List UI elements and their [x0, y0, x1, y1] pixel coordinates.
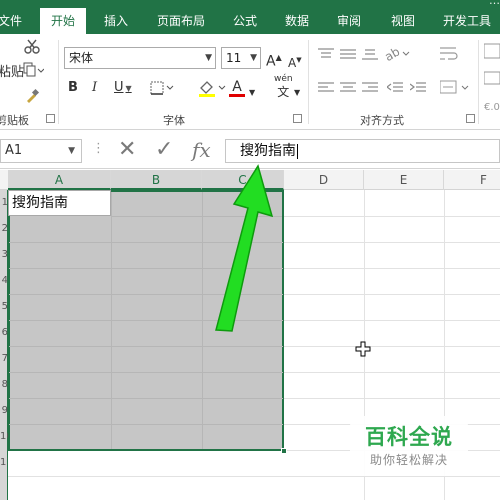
formula-content: 搜狗指南 — [240, 143, 296, 159]
italic-button[interactable]: I — [92, 79, 97, 97]
format-painter-icon[interactable] — [24, 88, 40, 110]
tab-home[interactable]: 开始 — [40, 8, 86, 34]
ribbon-tab-bar: 文件 开始 插入 页面布局 公式 数据 审阅 视图 开发工具 … — [0, 0, 500, 34]
phonetic-bottom-label: 文 — [277, 85, 290, 99]
watermark-subtitle: 助你轻松解决 — [369, 453, 448, 467]
column-header-c[interactable]: C — [202, 170, 284, 190]
font-size-combo[interactable]: 11 ▼ — [221, 47, 261, 69]
row-header[interactable]: 8 — [0, 379, 8, 390]
align-middle-icon[interactable] — [340, 48, 356, 63]
tab-formulas[interactable]: 公式 — [224, 10, 266, 34]
font-group-label: 字体 — [163, 114, 185, 127]
shrink-font-button[interactable]: A▼ — [288, 51, 302, 72]
alignment-dialog-launcher[interactable] — [466, 114, 475, 123]
tab-file[interactable]: 文件 — [0, 10, 32, 34]
underline-label: U — [114, 80, 124, 95]
font-size-value: 11 — [226, 51, 242, 65]
borders-icon[interactable] — [150, 81, 174, 101]
grow-font-label: A — [266, 53, 276, 70]
column-header-e[interactable]: E — [364, 170, 444, 190]
row-header[interactable]: 1 — [0, 197, 8, 208]
column-header-f[interactable]: F — [444, 170, 500, 190]
increase-indent-icon[interactable] — [409, 82, 426, 97]
tab-data[interactable]: 数据 — [276, 10, 318, 34]
formula-input[interactable]: 搜狗指南 — [225, 139, 500, 163]
ribbon-home: 粘贴 剪贴板 宋体 ▼ 11 ▼ A▲ A▼ B I U ▼ A ▼ wén 文 … — [0, 34, 500, 130]
row-header[interactable]: 2 — [0, 223, 8, 234]
align-center-icon[interactable] — [340, 82, 356, 97]
phonetic-guide-button[interactable]: wén 文 — [274, 74, 293, 99]
alignment-group-label: 对齐方式 — [360, 114, 404, 127]
group-separator — [308, 40, 309, 124]
tab-view[interactable]: 视图 — [382, 10, 424, 34]
number-format-icon[interactable]: €.0 — [483, 42, 500, 125]
watermark-title: 百科全说 — [365, 425, 453, 449]
fill-color-icon[interactable] — [197, 78, 227, 104]
row-header[interactable]: 7 — [0, 353, 8, 364]
font-dialog-launcher[interactable] — [293, 114, 302, 123]
paste-button[interactable]: 粘贴 — [0, 64, 24, 82]
column-header-a[interactable]: A — [8, 170, 111, 190]
clipboard-dialog-launcher[interactable] — [46, 114, 55, 123]
align-top-icon[interactable] — [318, 48, 334, 63]
row-header[interactable]: 9 — [0, 405, 8, 416]
align-bottom-icon[interactable] — [362, 48, 378, 63]
function-icon[interactable]: fx — [192, 139, 211, 161]
text-caret — [297, 143, 298, 159]
more-options-icon[interactable]: ⋮ — [92, 141, 105, 156]
chevron-down-icon[interactable]: ▼ — [249, 84, 255, 102]
align-left-icon[interactable] — [318, 82, 334, 97]
group-separator — [58, 40, 59, 124]
phonetic-top-label: wén — [274, 74, 293, 84]
svg-text:€.0: €.0 — [484, 102, 500, 113]
chevron-down-icon[interactable]: ▼ — [294, 84, 300, 102]
tab-insert[interactable]: 插入 — [94, 10, 138, 34]
copy-icon[interactable] — [22, 62, 45, 84]
font-name-value: 宋体 — [69, 51, 94, 65]
watermark-logo: 百科全说 助你轻松解决 — [350, 416, 468, 476]
row-header[interactable]: 4 — [0, 275, 8, 286]
row-header-column: 1 2 3 4 5 6 7 8 9 10 11 — [0, 190, 8, 500]
cancel-icon[interactable]: ✕ — [118, 139, 136, 161]
tab-page-layout[interactable]: 页面布局 — [148, 10, 214, 34]
chevron-down-icon: ▼ — [250, 53, 257, 63]
enter-icon[interactable]: ✓ — [155, 139, 173, 161]
tab-review[interactable]: 审阅 — [328, 10, 370, 34]
column-header-row: A B C D E F — [0, 170, 500, 190]
row-header[interactable]: 3 — [0, 249, 8, 260]
tab-developer[interactable]: 开发工具 — [434, 10, 500, 34]
name-box-value: A1 — [5, 143, 23, 158]
merge-center-icon[interactable] — [439, 80, 470, 99]
row-header[interactable]: 5 — [0, 301, 8, 312]
chevron-down-icon: ▼ — [68, 146, 75, 156]
underline-button[interactable]: U ▼ — [114, 79, 132, 98]
group-separator — [478, 40, 479, 124]
orientation-icon[interactable]: ab — [382, 44, 411, 65]
name-box[interactable]: A1 ▼ — [0, 139, 82, 163]
font-color-icon[interactable]: A — [229, 78, 245, 97]
decrease-indent-icon[interactable] — [386, 82, 403, 97]
row-header[interactable]: 11 — [0, 457, 8, 468]
cut-icon[interactable] — [24, 38, 40, 60]
fill-handle[interactable] — [281, 448, 287, 454]
formula-bar: A1 ▼ ⋮ ✕ ✓ fx 搜狗指南 — [0, 131, 500, 169]
wrap-text-icon[interactable] — [440, 46, 458, 65]
active-cell-a1[interactable]: 搜狗指南 — [8, 190, 111, 216]
font-color-label: A — [232, 79, 242, 95]
move-cursor-icon — [355, 341, 371, 357]
svg-text:ab: ab — [385, 46, 402, 62]
clipboard-group-label: 剪贴板 — [0, 114, 29, 127]
row-header[interactable]: 6 — [0, 327, 8, 338]
column-header-b[interactable]: B — [111, 170, 202, 190]
window-title-fragment: … — [489, 0, 500, 7]
bold-button[interactable]: B — [68, 79, 78, 97]
column-header-d[interactable]: D — [284, 170, 364, 190]
font-name-combo[interactable]: 宋体 ▼ — [64, 47, 216, 69]
align-right-icon[interactable] — [362, 82, 378, 97]
grow-font-button[interactable]: A▲ — [266, 49, 282, 71]
shrink-font-label: A — [288, 56, 297, 70]
row-header[interactable]: 10 — [0, 431, 8, 442]
chevron-down-icon: ▼ — [205, 53, 212, 63]
